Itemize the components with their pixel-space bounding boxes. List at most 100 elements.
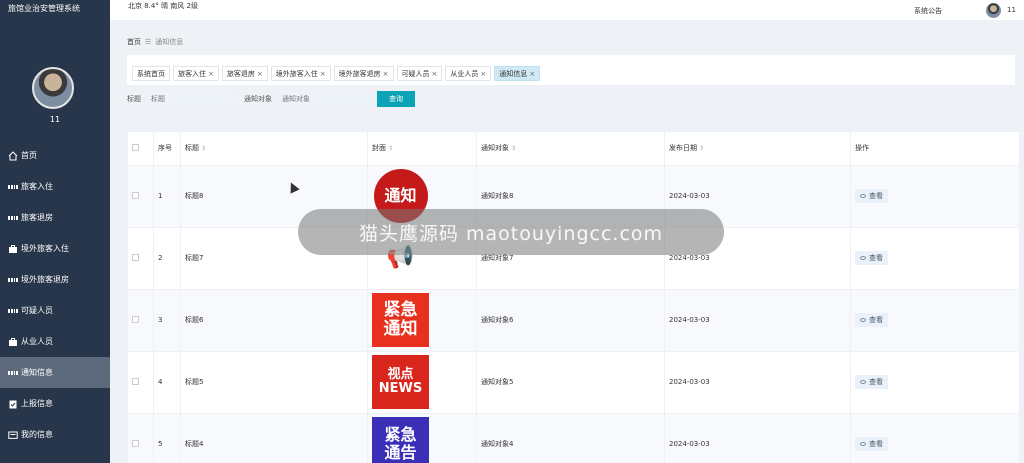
sidebar-item-reports[interactable]: 上报信息 [0,388,110,419]
row-checkbox-cell[interactable] [127,165,154,228]
row-checkbox[interactable] [132,315,139,323]
tab-staff[interactable]: 从业人员 × [445,66,492,81]
row-title: 标题4 [180,413,368,463]
sidebar-item-foreign-checkin[interactable]: 境外旅客入住 [0,233,110,264]
row-checkbox-cell[interactable] [127,227,154,290]
sidebar: 旅馆业治安管理系统 11 首页 旅客入住 旅客退房 境外旅客入住 境外旅客退房 [0,0,110,463]
sidebar-item-suspicious[interactable]: 可疑人员 [0,295,110,326]
row-action-cell: 查看 [850,351,1019,414]
briefcase-icon [8,337,18,347]
card-icon [8,430,18,440]
sidebar-menu: 首页 旅客入住 旅客退房 境外旅客入住 境外旅客退房 可疑人员 从业人员 通知信… [0,140,110,450]
tab-guest-checkout[interactable]: 旅客退房 × [221,66,268,81]
grid-icon [8,306,18,316]
row-action-cell: 查看 [850,413,1019,463]
breadcrumb-home[interactable]: 首页 [127,38,141,46]
sort-icon[interactable]: ⇕ [511,145,516,152]
tabs: 系统首页 旅客入住 × 旅客退房 × 境外旅客入住 × 境外旅客退房 × 可疑人员 × 从… [132,66,543,81]
view-label: 查看 [869,254,883,262]
sort-icon[interactable]: ⇕ [201,145,206,152]
tab-foreign-checkin[interactable]: 境外旅客入住 × [270,66,331,81]
sidebar-item-label: 首页 [21,151,37,160]
table-header: 序号 标题 ⇕ 封面 ⇕ 通知对象 ⇕ 发布日期 ⇕ 操作 [127,132,1019,166]
tab-notices[interactable]: 通知信息 × [494,66,541,81]
topbar-username[interactable]: 11 [1007,6,1016,14]
system-notice-link[interactable]: 系统公告 [914,6,942,16]
sidebar-item-my-info[interactable]: 我的信息 [0,419,110,450]
close-icon[interactable]: × [257,70,263,78]
query-button[interactable]: 查询 [377,91,415,107]
close-icon[interactable]: × [480,70,486,78]
tab-foreign-checkout[interactable]: 境外旅客退房 × [333,66,394,81]
close-icon[interactable]: × [208,70,214,78]
target-input[interactable] [277,91,369,107]
eye-icon [860,256,866,260]
row-action-cell: 查看 [850,289,1019,352]
header-cover[interactable]: 封面 ⇕ [367,132,477,166]
view-button[interactable]: 查看 [855,375,888,389]
avatar[interactable] [986,3,1001,18]
header-label: 发布日期 [669,144,697,153]
header-index: 序号 [153,132,181,166]
row-index: 4 [153,351,181,414]
search-form: 标题 通知对象 查询 [127,90,415,108]
sort-icon[interactable]: ⇕ [388,145,393,152]
close-icon[interactable]: × [432,70,438,78]
tab-guest-checkin[interactable]: 旅客入住 × [173,66,219,81]
header-target[interactable]: 通知对象 ⇕ [476,132,665,166]
grid-icon [8,213,18,223]
sidebar-item-label: 旅客退房 [21,213,53,222]
watermark-banner: 猫头鹰源码 maotouyingcc.com [298,209,724,255]
view-button[interactable]: 查看 [855,189,888,203]
row-checkbox[interactable] [132,191,139,199]
row-index: 2 [153,227,181,290]
title-label: 标题 [127,95,141,103]
sidebar-item-label: 上报信息 [21,399,53,408]
tab-label: 旅客入住 [178,70,206,78]
row-checkbox[interactable] [132,377,139,385]
view-button[interactable]: 查看 [855,437,888,451]
header-title[interactable]: 标题 ⇕ [180,132,368,166]
sidebar-item-guest-checkout[interactable]: 旅客退房 [0,202,110,233]
select-all-checkbox[interactable] [132,143,139,151]
header-checkbox[interactable] [127,132,154,166]
app-title: 旅馆业治安管理系统 [8,4,80,13]
view-label: 查看 [869,378,883,386]
sidebar-item-home[interactable]: 首页 [0,140,110,171]
header-action: 操作 [850,132,1019,166]
row-checkbox-cell[interactable] [127,289,154,352]
sidebar-item-staff[interactable]: 从业人员 [0,326,110,357]
tab-label: 旅客退房 [226,70,255,78]
view-button[interactable]: 查看 [855,251,888,265]
close-icon[interactable]: × [529,70,535,78]
header-label: 封面 [372,144,386,153]
sidebar-avatar[interactable] [32,67,74,109]
view-button[interactable]: 查看 [855,313,888,327]
row-checkbox-cell[interactable] [127,413,154,463]
tab-suspicious[interactable]: 可疑人员 × [396,66,443,81]
grid-icon [8,368,18,378]
row-date: 2024-03-03 [664,351,851,414]
tab-system-home[interactable]: 系统首页 [132,66,170,81]
sidebar-item-foreign-checkout[interactable]: 境外旅客退房 [0,264,110,295]
row-index: 3 [153,289,181,352]
row-target: 通知对象5 [476,351,665,414]
home-icon [8,150,18,161]
cover-text: 视点 NEWS [372,355,429,409]
sidebar-item-notices[interactable]: 通知信息 [0,357,110,388]
close-icon[interactable]: × [320,70,326,78]
row-index: 1 [153,165,181,228]
sidebar-item-guest-checkin[interactable]: 旅客入住 [0,171,110,202]
close-icon[interactable]: × [383,70,389,78]
sidebar-item-label: 通知信息 [21,368,53,377]
title-input[interactable] [146,91,236,107]
tab-label: 境外旅客退房 [338,70,381,78]
tab-label: 系统首页 [137,70,165,78]
row-target: 通知对象4 [476,413,665,463]
row-checkbox-cell[interactable] [127,351,154,414]
row-checkbox[interactable] [132,439,139,447]
grid-icon [8,182,18,192]
header-date[interactable]: 发布日期 ⇕ [664,132,851,166]
sort-icon[interactable]: ⇕ [699,145,704,152]
row-checkbox[interactable] [132,253,139,261]
